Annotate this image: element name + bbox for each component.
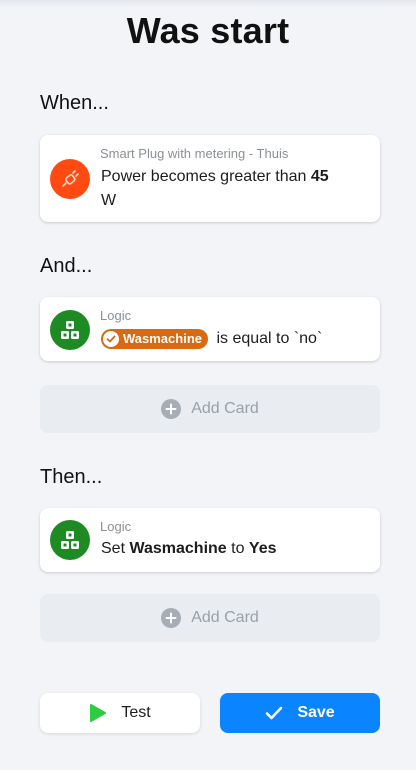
card-description: Power becomes greater than 45 W (101, 165, 370, 213)
save-button[interactable]: Save (220, 693, 380, 733)
and-condition-card[interactable]: Logic Wasmachine is equal to `no` (40, 297, 380, 361)
save-button-label: Save (297, 704, 335, 721)
card-description: Set Wasmachine to Yes (101, 537, 370, 561)
plus-circle-icon (161, 399, 182, 419)
checkmark-icon (265, 706, 283, 720)
logic-icon (50, 520, 90, 560)
then-add-card-button[interactable]: Add Card (40, 594, 380, 642)
argument-value[interactable]: Yes (249, 540, 277, 557)
test-button-label: Test (121, 704, 151, 721)
unit-text: W (101, 192, 117, 209)
plus-circle-icon (161, 608, 182, 628)
and-label: And... (40, 255, 93, 277)
play-icon (89, 703, 107, 723)
check-circle-icon (103, 330, 119, 347)
and-add-card-button[interactable]: Add Card (40, 385, 380, 433)
card-owner: Smart Plug with metering - Thuis (100, 146, 289, 161)
when-trigger-card[interactable]: Smart Plug with metering - Thuis Power b… (40, 135, 380, 222)
then-label: Then... (40, 466, 103, 488)
top-shadow (0, 0, 416, 8)
card-description: Wasmachine is equal to `no` (101, 327, 370, 351)
condition-text: Power becomes greater than (101, 168, 311, 185)
then-action-card[interactable]: Logic Set Wasmachine to Yes (40, 508, 380, 572)
when-label: When... (40, 92, 109, 114)
page-title: Was start (126, 10, 290, 51)
add-card-label: Add Card (191, 609, 259, 626)
logic-icon (50, 310, 90, 350)
variable-tag[interactable]: Wasmachine (101, 328, 208, 349)
plug-icon (50, 159, 90, 199)
variable-name[interactable]: Wasmachine (129, 540, 226, 557)
condition-text: is equal to `no` (212, 330, 323, 347)
card-owner: Logic (100, 308, 132, 323)
test-button[interactable]: Test (40, 693, 200, 733)
card-owner: Logic (100, 519, 132, 534)
action-text: Set (101, 540, 130, 557)
argument-value[interactable]: 45 (311, 168, 329, 185)
action-text-to: to (226, 540, 249, 557)
add-card-label: Add Card (191, 400, 259, 417)
variable-tag-label: Wasmachine (123, 330, 202, 346)
